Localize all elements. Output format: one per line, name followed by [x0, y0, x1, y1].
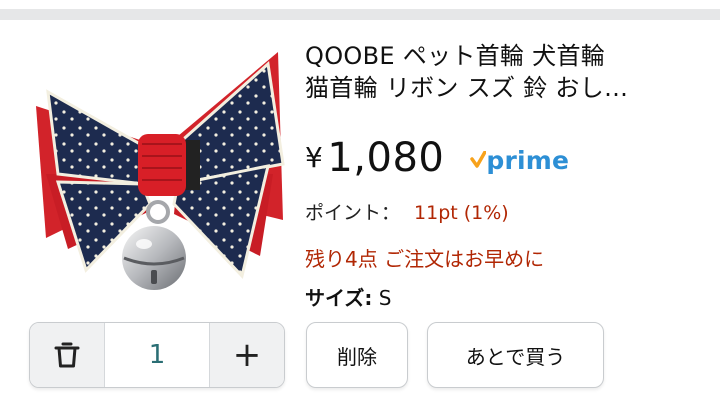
stock-status: 残り4点 ご注文はお早めに: [305, 247, 545, 271]
product-title[interactable]: QOOBE ペット首輪 犬首輪 猫首輪 リボン スズ 鈴 おし…: [305, 40, 705, 104]
points-label: ポイント：: [305, 202, 401, 224]
top-divider: [0, 9, 720, 20]
size-row: サイズ: S: [305, 282, 391, 311]
prime-logo: prime: [470, 146, 569, 175]
quantity-value[interactable]: 1: [104, 323, 210, 387]
save-for-later-label: あとで買う: [465, 344, 566, 369]
prime-check-icon: [470, 151, 487, 168]
quantity-stepper: 1 +: [29, 322, 285, 388]
size-value: S: [378, 286, 392, 310]
product-image[interactable]: [28, 44, 290, 306]
price-row: ¥1,080 prime: [305, 128, 569, 188]
product-title-line-1: QOOBE ペット首輪 犬首輪: [305, 42, 606, 70]
delete-item-button[interactable]: [30, 323, 104, 387]
save-for-later-button[interactable]: あとで買う: [427, 322, 604, 388]
delete-button[interactable]: 削除: [306, 322, 408, 388]
points-row: ポイント： 11pt (1%): [305, 198, 509, 225]
price: ¥1,080: [305, 135, 444, 181]
delete-button-label: 削除: [337, 344, 377, 369]
points-value: 11pt (1%): [414, 202, 509, 224]
trash-icon: [54, 342, 80, 368]
increment-button[interactable]: +: [210, 323, 284, 387]
product-title-line-2: 猫首輪 リボン スズ 鈴 おし…: [305, 74, 629, 102]
price-value: 1,080: [327, 135, 445, 181]
currency-symbol: ¥: [305, 141, 324, 174]
prime-label: prime: [486, 145, 570, 175]
size-label: サイズ:: [305, 286, 373, 310]
plus-icon: +: [232, 335, 262, 375]
